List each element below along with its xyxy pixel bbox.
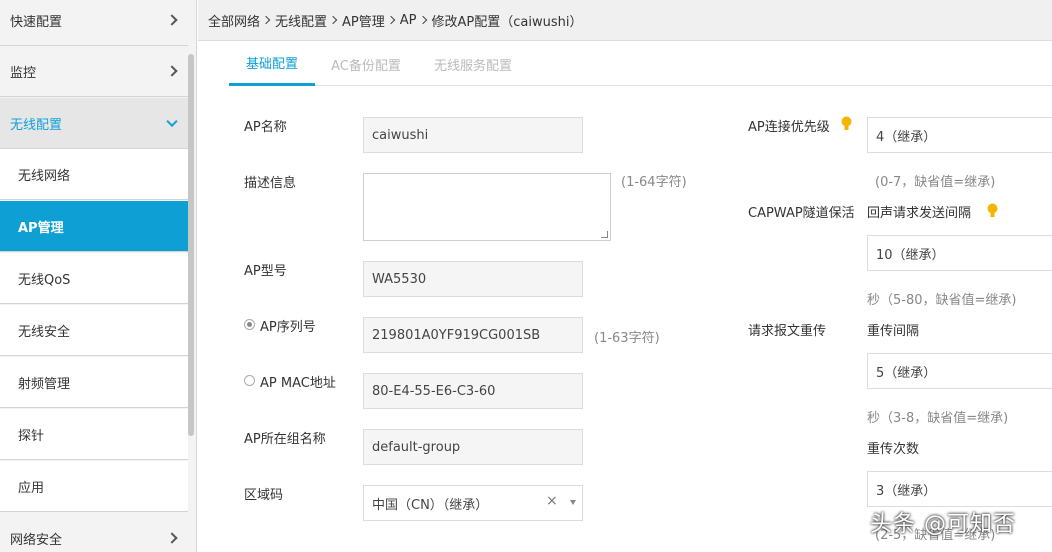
sidebar-item-wireless-qos[interactable]: 无线QoS — [0, 253, 188, 304]
sidebar-item-network-security[interactable]: 网络安全 — [0, 513, 188, 552]
sidebar-scrollbar[interactable] — [188, 54, 194, 436]
ap-mac-label: AP MAC地址 — [260, 376, 336, 391]
ap-name-input[interactable]: caiwushi — [363, 117, 583, 153]
region-label: 区域码 — [244, 488, 284, 503]
chevron-down-icon[interactable] — [570, 500, 576, 505]
retrans-interval-hint: 秒（3-8，缺省值=继承) — [867, 411, 1009, 426]
sidebar-item-label: 射频管理 — [18, 376, 71, 392]
ap-group-input[interactable]: default-group — [363, 429, 583, 465]
sidebar-item-label: 无线网络 — [18, 168, 71, 184]
tab-wireless-service-config[interactable]: 无线服务配置 — [423, 42, 523, 86]
chevron-right-icon — [166, 14, 178, 26]
echo-interval-hint: 秒（5-80，缺省值=继承) — [867, 293, 1017, 308]
watermark: 头条 @可知否 — [870, 512, 1016, 537]
ap-mac-input[interactable]: 80-E4-55-E6-C3-60 — [363, 373, 583, 409]
chevron-right-icon — [418, 15, 427, 25]
chevron-down-icon — [166, 115, 178, 128]
sidebar-item-label: 无线安全 — [18, 324, 71, 340]
sidebar-item-probe[interactable]: 探针 — [0, 409, 188, 460]
retrans-count-label: 重传次数 — [867, 442, 920, 457]
chevron-right-icon — [166, 65, 178, 77]
sidebar-item-label: 监控 — [10, 65, 37, 81]
sidebar-item-label: 网络安全 — [10, 532, 63, 548]
sidebar-item-monitor[interactable]: 监控 — [0, 46, 188, 97]
sidebar-item-label: 无线QoS — [18, 272, 71, 288]
sidebar: 快速配置 监控 无线配置 无线网络 AP管理 无线QoS 无线安全 射频管理 探… — [0, 0, 197, 552]
lightbulb-icon[interactable] — [987, 203, 998, 219]
tab-basic-config[interactable]: 基础配置 — [229, 42, 315, 86]
sidebar-item-quick-config[interactable]: 快速配置 — [0, 0, 188, 46]
sidebar-item-wireless-security[interactable]: 无线安全 — [0, 305, 188, 356]
lightbulb-icon[interactable] — [841, 116, 852, 132]
tab-bar: 基础配置 AC备份配置 无线服务配置 — [229, 42, 1052, 86]
retrans-count-input[interactable]: 3（继承） — [867, 471, 1052, 507]
chevron-right-icon — [386, 15, 396, 25]
region-select-value: 中国（CN）（继承） — [372, 497, 489, 513]
capwap-label: CAPWAP隧道保活 — [748, 206, 855, 221]
ap-priority-hint: (0-7，缺省值=继承) — [875, 175, 996, 190]
ap-serial-label: AP序列号 — [260, 320, 316, 335]
breadcrumb-item-wireless-config[interactable]: 无线配置 — [275, 11, 327, 30]
ap-group-label: AP所在组名称 — [244, 432, 326, 447]
ap-priority-input[interactable]: 4（继承） — [867, 117, 1052, 153]
description-hint: (1-64字符) — [621, 175, 687, 190]
sidebar-item-label: 无线配置 — [10, 117, 63, 133]
ap-serial-input[interactable]: 219801A0YF919CG001SB — [363, 317, 583, 353]
retrans-interval-label: 重传间隔 — [867, 324, 920, 339]
sidebar-item-wireless-config[interactable]: 无线配置 — [0, 98, 188, 149]
breadcrumb: 全部网络 无线配置 AP管理 AP 修改AP配置（caiwushi） — [198, 0, 1052, 41]
ap-model-label: AP型号 — [244, 264, 287, 279]
tab-ac-backup-config[interactable]: AC备份配置 — [321, 42, 411, 86]
sidebar-item-wireless-network[interactable]: 无线网络 — [0, 149, 188, 200]
sidebar-item-ap-management[interactable]: AP管理 — [0, 201, 188, 252]
breadcrumb-item-ap[interactable]: AP — [400, 13, 417, 28]
retrans-interval-input[interactable]: 5（继承） — [867, 353, 1052, 389]
echo-interval-input[interactable]: 10（继承） — [867, 235, 1052, 271]
ap-name-label: AP名称 — [244, 120, 287, 135]
breadcrumb-item-all-networks[interactable]: 全部网络 — [208, 11, 260, 30]
ap-mac-radio[interactable] — [244, 375, 255, 386]
description-label: 描述信息 — [244, 176, 297, 191]
sidebar-item-label: 应用 — [18, 480, 45, 496]
breadcrumb-item-current: 修改AP配置（caiwushi） — [431, 14, 583, 30]
chevron-right-icon — [261, 15, 271, 25]
sidebar-item-application[interactable]: 应用 — [0, 461, 188, 512]
chevron-right-icon — [166, 532, 178, 544]
ap-priority-label: AP连接优先级 — [748, 120, 830, 135]
sidebar-item-radio-management[interactable]: 射频管理 — [0, 357, 188, 408]
ap-serial-hint: (1-63字符) — [594, 331, 660, 346]
description-textarea[interactable] — [363, 173, 611, 241]
sidebar-item-label: 快速配置 — [10, 14, 63, 30]
breadcrumb-item-ap-management[interactable]: AP管理 — [342, 11, 385, 30]
ap-serial-radio[interactable] — [244, 319, 255, 330]
clear-icon[interactable]: × — [546, 493, 558, 509]
chevron-right-icon — [328, 15, 338, 25]
sidebar-item-label: 探针 — [18, 428, 45, 444]
retrans-label: 请求报文重传 — [748, 324, 827, 339]
sidebar-item-label: AP管理 — [18, 220, 64, 236]
ap-model-input[interactable]: WA5530 — [363, 261, 583, 297]
echo-interval-label: 回声请求发送间隔 — [867, 206, 972, 221]
